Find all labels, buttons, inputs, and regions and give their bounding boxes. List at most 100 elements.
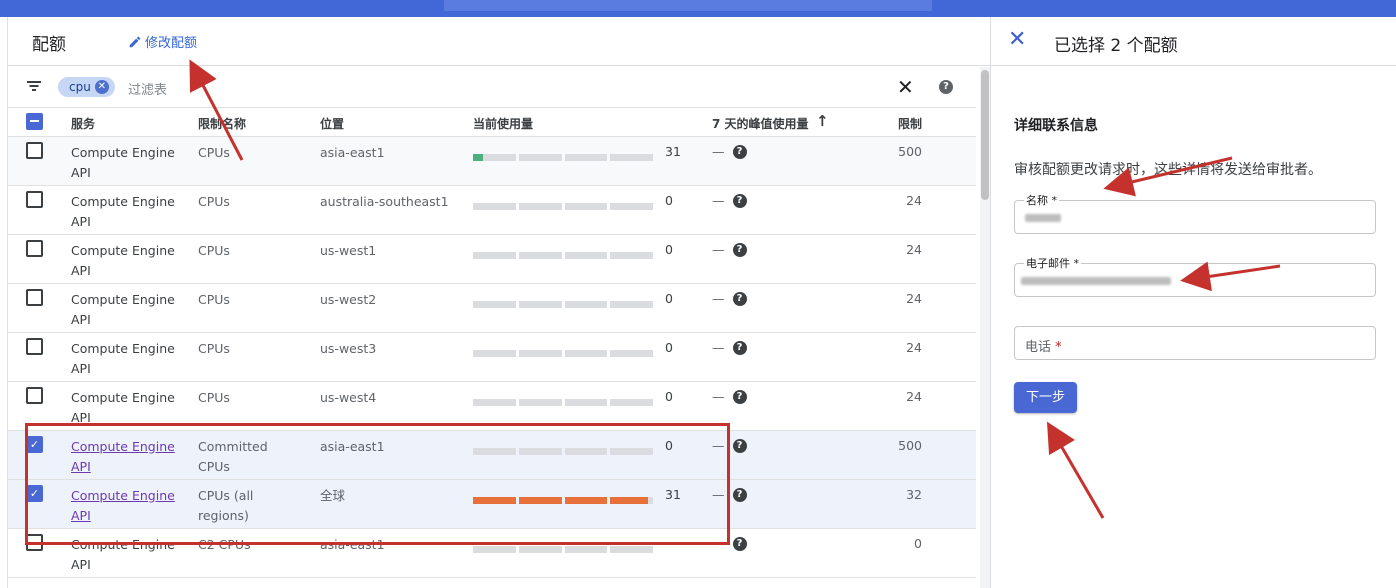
peak-value: — bbox=[712, 242, 725, 257]
location-cell: asia-east1 bbox=[320, 145, 385, 160]
service-cell: Compute Engine API bbox=[71, 390, 175, 425]
help-icon[interactable]: ? bbox=[732, 144, 747, 159]
location-cell: us-west4 bbox=[320, 390, 377, 405]
name-field-label: 名称 * bbox=[1024, 192, 1059, 208]
col-peak-usage[interactable]: 7 天的峰值使用量 bbox=[712, 115, 809, 132]
limit-value: 24 bbox=[906, 242, 922, 257]
peak-value: — bbox=[712, 438, 725, 453]
service-cell: Compute Engine API bbox=[71, 537, 175, 572]
location-cell: australia-southeast1 bbox=[320, 194, 449, 209]
phone-field[interactable]: 电话 * bbox=[1014, 326, 1376, 360]
col-location[interactable]: 位置 bbox=[320, 115, 344, 132]
peak-value: — bbox=[712, 340, 725, 355]
usage-bar bbox=[473, 448, 653, 455]
limit-name-cell: CPUs bbox=[198, 390, 230, 405]
col-service[interactable]: 服务 bbox=[71, 115, 95, 132]
row-checkbox[interactable] bbox=[26, 240, 43, 257]
table-row[interactable]: Compute Engine API CPUs us-west3 0 —? 24 bbox=[8, 333, 976, 382]
limit-value: 32 bbox=[906, 487, 922, 502]
help-icon[interactable]: ? bbox=[939, 80, 953, 94]
table-row[interactable]: Compute Engine API CPUs us-west2 0 —? 24 bbox=[8, 284, 976, 333]
row-checkbox[interactable]: ✓ bbox=[26, 436, 43, 453]
name-field[interactable]: 名称 * bbox=[1014, 192, 1376, 234]
pencil-icon bbox=[129, 36, 141, 47]
usage-value: 0 bbox=[665, 242, 673, 257]
table-row[interactable]: Compute Engine API CPUs asia-east1 31 —? 500 bbox=[8, 137, 976, 186]
redacted-email bbox=[1021, 277, 1171, 285]
top-app-bar bbox=[0, 0, 1396, 17]
col-limit[interactable]: 限制 bbox=[898, 115, 922, 132]
service-cell: Compute Engine API bbox=[71, 341, 175, 376]
row-checkbox[interactable]: ✓ bbox=[26, 485, 43, 502]
table-row[interactable]: Compute Engine API CPUs us-west1 0 —? 24 bbox=[8, 235, 976, 284]
col-limit-name[interactable]: 限制名称 bbox=[198, 115, 246, 132]
scrollbar-thumb[interactable] bbox=[981, 70, 989, 200]
filter-input[interactable]: 过滤表 bbox=[128, 79, 167, 98]
peak-cell: —? bbox=[712, 389, 747, 404]
peak-value: — bbox=[712, 144, 725, 159]
close-panel-icon[interactable]: ✕ bbox=[1008, 27, 1026, 52]
location-cell: asia-east1 bbox=[320, 439, 385, 454]
limit-name-cell: Committed CPUs bbox=[198, 439, 268, 474]
table-row[interactable]: Compute Engine API CPUs australia-southeas… bbox=[8, 186, 976, 235]
filter-icon[interactable] bbox=[26, 79, 42, 93]
phone-placeholder: 电话 * bbox=[1025, 340, 1062, 355]
limit-name-cell: CPUs bbox=[198, 194, 230, 209]
help-icon[interactable]: ? bbox=[732, 536, 747, 551]
usage-bar bbox=[473, 350, 653, 357]
service-cell: Compute Engine API bbox=[71, 243, 175, 278]
help-icon[interactable]: ? bbox=[732, 340, 747, 355]
remove-chip-icon[interactable]: ✕ bbox=[94, 80, 109, 94]
sort-arrow-up-icon[interactable]: ↑ bbox=[816, 112, 829, 130]
location-cell: us-west3 bbox=[320, 341, 377, 356]
limit-name-cell: CPUs bbox=[198, 341, 230, 356]
usage-value: 0 bbox=[665, 291, 673, 306]
row-checkbox[interactable] bbox=[26, 387, 43, 404]
row-checkbox[interactable] bbox=[26, 142, 43, 159]
usage-value: 0 bbox=[665, 193, 673, 208]
row-checkbox[interactable] bbox=[26, 289, 43, 306]
limit-name-cell: C2 CPUs bbox=[198, 537, 251, 552]
peak-value: — bbox=[712, 536, 725, 551]
row-checkbox[interactable] bbox=[26, 191, 43, 208]
peak-value: — bbox=[712, 487, 725, 502]
help-icon[interactable]: ? bbox=[732, 438, 747, 453]
usage-value: 0 bbox=[665, 389, 673, 404]
search-bar[interactable] bbox=[444, 0, 932, 11]
service-cell: Compute Engine API bbox=[71, 194, 175, 229]
help-icon[interactable]: ? bbox=[732, 291, 747, 306]
clear-filter-icon[interactable]: ✕ bbox=[897, 75, 914, 99]
row-checkbox[interactable] bbox=[26, 534, 43, 551]
edit-quota-label: 修改配额 bbox=[145, 36, 198, 51]
limit-value: 500 bbox=[898, 438, 922, 453]
usage-value: 0 bbox=[665, 340, 673, 355]
limit-value: 500 bbox=[898, 144, 922, 159]
limit-value: 24 bbox=[906, 389, 922, 404]
select-all-checkbox[interactable] bbox=[26, 113, 43, 130]
location-cell: us-west1 bbox=[320, 243, 377, 258]
help-icon[interactable]: ? bbox=[732, 193, 747, 208]
scrollbar[interactable] bbox=[980, 67, 990, 588]
table-row[interactable]: ✓ Compute Engine API Committed CPUs asia-ea… bbox=[8, 431, 976, 480]
table-row[interactable]: ✓ Compute Engine API CPUs (all regions) 全球 3… bbox=[8, 480, 976, 529]
peak-value: — bbox=[712, 291, 725, 306]
filter-chip-label: cpu bbox=[69, 80, 91, 94]
help-icon[interactable]: ? bbox=[732, 487, 747, 502]
help-icon[interactable]: ? bbox=[732, 389, 747, 404]
peak-cell: —? bbox=[712, 340, 747, 355]
limit-name-cell: CPUs bbox=[198, 243, 230, 258]
filter-chip-cpu[interactable]: cpu ✕ bbox=[58, 77, 115, 97]
service-cell[interactable]: Compute Engine API bbox=[71, 486, 181, 526]
edit-quota-button[interactable]: 修改配额 bbox=[128, 32, 197, 51]
table-row[interactable]: Compute Engine API C2 CPUs asia-east1 —? 0 bbox=[8, 529, 976, 578]
redacted-name bbox=[1025, 214, 1061, 222]
service-cell[interactable]: Compute Engine API bbox=[71, 437, 181, 477]
email-field[interactable]: 电子邮件 * bbox=[1014, 255, 1376, 297]
limit-value: 24 bbox=[906, 291, 922, 306]
table-row[interactable]: Compute Engine API CPUs us-west4 0 —? 24 bbox=[8, 382, 976, 431]
limit-name-cell: CPUs bbox=[198, 292, 230, 307]
row-checkbox[interactable] bbox=[26, 338, 43, 355]
col-current-usage[interactable]: 当前使用量 bbox=[473, 115, 533, 132]
next-button[interactable]: 下一步 bbox=[1014, 382, 1077, 413]
help-icon[interactable]: ? bbox=[732, 242, 747, 257]
